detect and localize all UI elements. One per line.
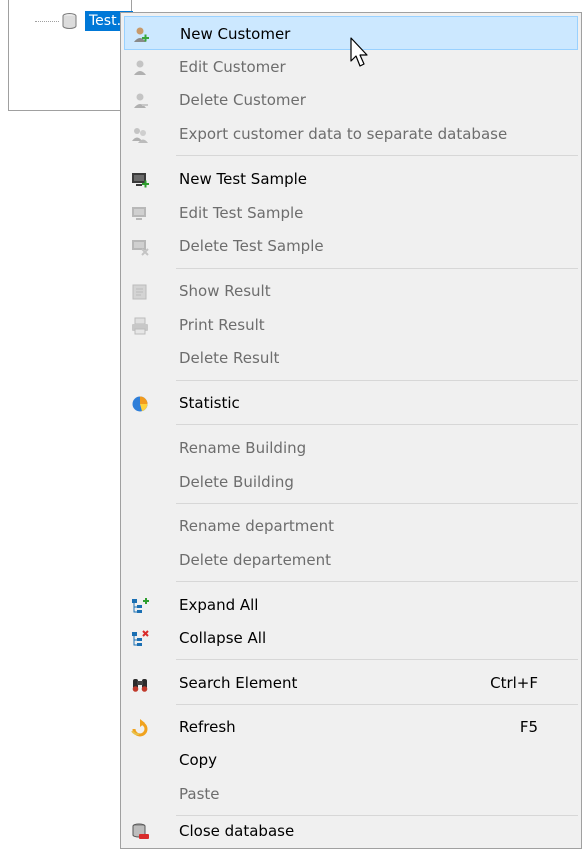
pie-chart-icon [132,396,148,412]
menu-item-label: Search Element [179,674,298,692]
menu-item-collapse-all[interactable]: Collapse All [124,621,578,655]
menu-item-label: Delete Test Sample [179,237,324,255]
menu-separator [176,155,578,156]
menu-item-delete-department[interactable]: Delete departement [124,543,578,577]
edit-customer-icon [134,60,146,75]
new-customer-icon [134,27,149,42]
menu-item-refresh[interactable]: Refresh F5 [124,710,578,744]
tree-panel: Test.db [8,0,133,111]
menu-item-label: Print Result [179,316,265,334]
menu-item-delete-test-sample[interactable]: Delete Test Sample [124,229,578,263]
menu-item-label: Delete departement [179,551,332,569]
menu-item-label: Collapse All [179,629,267,647]
menu-item-label: Statistic [179,394,240,412]
menu-separator [176,424,578,425]
menu-item-print-result[interactable]: Print Result [124,308,578,342]
menu-item-search-element[interactable]: Search Element Ctrl+F [124,666,578,700]
menu-item-label: Copy [179,751,218,769]
menu-item-label: New Test Sample [179,170,308,188]
expand-tree-icon [132,598,149,613]
delete-test-sample-icon [132,240,149,256]
close-database-icon [132,823,149,839]
menu-item-label: Rename department [179,517,335,535]
menu-item-rename-department[interactable]: Rename department [124,509,578,543]
new-test-sample-icon [132,173,149,188]
refresh-icon [131,719,148,737]
menu-item-shortcut: Ctrl+F [490,674,538,692]
menu-item-label: Delete Result [179,349,280,367]
menu-item-new-test-sample[interactable]: New Test Sample [124,162,578,196]
menu-separator [176,268,578,269]
tree-connector-line [35,21,59,22]
mouse-cursor-icon [350,37,368,67]
collapse-tree-icon [132,630,149,646]
menu-item-delete-result[interactable]: Delete Result [124,341,578,375]
menu-item-label: Edit Customer [179,58,286,76]
menu-item-delete-customer[interactable]: Delete Customer [124,83,578,117]
delete-customer-icon [134,93,148,108]
menu-item-label: Expand All [179,596,259,614]
menu-item-statistic[interactable]: Statistic [124,386,578,420]
menu-item-label: Delete Customer [179,91,306,109]
menu-item-delete-building[interactable]: Delete Building [124,465,578,499]
edit-test-sample-icon [132,207,146,220]
show-result-icon [132,284,147,300]
database-icon [62,13,77,29]
export-customer-icon [132,128,148,143]
menu-item-edit-test-sample[interactable]: Edit Test Sample [124,196,578,230]
menu-item-label: Refresh [179,718,236,736]
menu-item-export-customer[interactable]: Export customer data to separate databas… [124,117,578,151]
menu-item-paste[interactable]: Paste [124,777,578,811]
menu-separator [176,659,578,660]
menu-separator [176,503,578,504]
menu-item-label: Show Result [179,282,271,300]
printer-icon [132,317,148,335]
menu-item-label: Rename Building [179,439,307,457]
binoculars-icon [132,679,148,692]
menu-separator [176,704,578,705]
menu-item-expand-all[interactable]: Expand All [124,588,578,622]
menu-separator [176,581,578,582]
menu-item-label: Delete Building [179,473,294,491]
menu-separator [176,380,578,381]
menu-item-label: Export customer data to separate databas… [179,125,508,143]
menu-item-show-result[interactable]: Show Result [124,274,578,308]
menu-item-label: Edit Test Sample [179,204,304,222]
menu-item-copy[interactable]: Copy [124,743,578,777]
context-menu: New Customer Edit Customer Delete Custom… [120,12,582,849]
menu-item-shortcut: F5 [519,718,538,736]
menu-item-close-database[interactable]: Close database [124,814,578,848]
menu-item-label: Paste [179,785,220,803]
menu-item-rename-building[interactable]: Rename Building [124,431,578,465]
menu-item-label: New Customer [180,25,291,43]
menu-item-label: Close database [179,822,295,840]
